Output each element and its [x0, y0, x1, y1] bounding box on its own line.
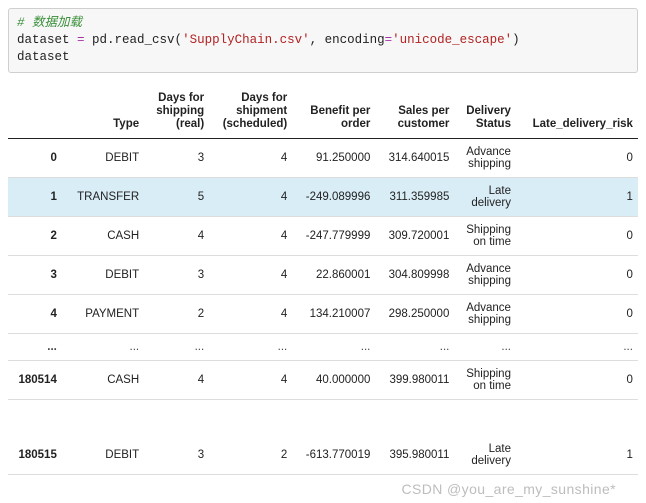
- cell: -249.089996: [293, 178, 376, 217]
- table-row: 2CASH44-247.779999309.720001Shippingon t…: [8, 217, 638, 256]
- cell: 0: [517, 361, 638, 400]
- cell: 4: [145, 361, 210, 400]
- cell: Advanceshipping: [455, 139, 517, 178]
- ellipsis-cell: ...: [65, 334, 145, 361]
- ellipsis-cell: ...: [376, 334, 455, 361]
- output-area: TypeDays forshipping(real)Days forshipme…: [8, 85, 638, 476]
- cell: 3: [145, 256, 210, 295]
- table-row: 1TRANSFER54-249.089996311.359985Latedeli…: [8, 178, 638, 217]
- cell: TRANSFER: [65, 178, 145, 217]
- code-token: dataset: [17, 33, 77, 47]
- cell: 311.359985: [376, 178, 455, 217]
- col-header: Sales percustomer: [376, 85, 455, 139]
- row-index: 180515: [8, 436, 65, 475]
- cell: 298.250000: [376, 295, 455, 334]
- cell: 4: [210, 295, 293, 334]
- cell: Shippingon time: [455, 217, 517, 256]
- cell: 3: [145, 436, 210, 475]
- cell: Advanceshipping: [455, 256, 517, 295]
- spacer-row: [8, 400, 638, 437]
- watermark-text: CSDN @you_are_my_sunshine*: [402, 481, 617, 497]
- table-row: 4PAYMENT24134.210007298.250000Advanceshi…: [8, 295, 638, 334]
- ellipsis-cell: ...: [145, 334, 210, 361]
- code-token: dataset: [17, 50, 70, 64]
- cell: 0: [517, 139, 638, 178]
- cell: 395.980011: [376, 436, 455, 475]
- code-token: =: [77, 33, 85, 47]
- cell: 4: [210, 361, 293, 400]
- table-row: 180514CASH4440.000000399.980011Shippingo…: [8, 361, 638, 400]
- row-index: 4: [8, 295, 65, 334]
- col-header: Late_delivery_risk: [517, 85, 638, 139]
- table-head: TypeDays forshipping(real)Days forshipme…: [8, 85, 638, 139]
- cell: -247.779999: [293, 217, 376, 256]
- dataframe-table: TypeDays forshipping(real)Days forshipme…: [8, 85, 638, 476]
- cell: 91.250000: [293, 139, 376, 178]
- col-header: Days forshipment(scheduled): [210, 85, 293, 139]
- cell: 399.980011: [376, 361, 455, 400]
- code-cell: # 数据加载 dataset = pd.read_csv('SupplyChai…: [8, 8, 638, 73]
- cell: Latedelivery: [455, 178, 517, 217]
- col-header: DeliveryStatus: [455, 85, 517, 139]
- cell: 4: [145, 217, 210, 256]
- cell: 0: [517, 295, 638, 334]
- row-index: 0: [8, 139, 65, 178]
- code-token: , encoding: [310, 33, 385, 47]
- col-header: Days forshipping(real): [145, 85, 210, 139]
- cell: CASH: [65, 361, 145, 400]
- table-row: 180515DEBIT32-613.770019395.980011Latede…: [8, 436, 638, 475]
- ellipsis-row: ...........................: [8, 334, 638, 361]
- cell: 40.000000: [293, 361, 376, 400]
- cell: Latedelivery: [455, 436, 517, 475]
- cell: DEBIT: [65, 436, 145, 475]
- cell: 134.210007: [293, 295, 376, 334]
- ellipsis-cell: ...: [455, 334, 517, 361]
- code-comment: # 数据加载: [17, 16, 82, 30]
- cell: 4: [210, 178, 293, 217]
- cell: PAYMENT: [65, 295, 145, 334]
- row-index: 180514: [8, 361, 65, 400]
- ellipsis-cell: ...: [8, 334, 65, 361]
- cell: 22.860001: [293, 256, 376, 295]
- cell: 4: [210, 217, 293, 256]
- cell: 3: [145, 139, 210, 178]
- index-header: [8, 85, 65, 139]
- cell: 4: [210, 139, 293, 178]
- cell: 1: [517, 178, 638, 217]
- cell: 5: [145, 178, 210, 217]
- table-row: 3DEBIT3422.860001304.809998Advanceshippi…: [8, 256, 638, 295]
- cell: Shippingon time: [455, 361, 517, 400]
- table-body: 0DEBIT3491.250000314.640015Advanceshippi…: [8, 139, 638, 475]
- cell: DEBIT: [65, 256, 145, 295]
- cell: 1: [517, 436, 638, 475]
- row-index: 3: [8, 256, 65, 295]
- cell: 2: [145, 295, 210, 334]
- cell: 314.640015: [376, 139, 455, 178]
- row-index: 2: [8, 217, 65, 256]
- code-token: =: [385, 33, 393, 47]
- row-index: 1: [8, 178, 65, 217]
- ellipsis-cell: ...: [517, 334, 638, 361]
- code-token: 'SupplyChain.csv': [182, 33, 310, 47]
- col-header: Type: [65, 85, 145, 139]
- cell: CASH: [65, 217, 145, 256]
- cell: -613.770019: [293, 436, 376, 475]
- col-header: Benefit perorder: [293, 85, 376, 139]
- cell: 0: [517, 217, 638, 256]
- cell: DEBIT: [65, 139, 145, 178]
- cell: 304.809998: [376, 256, 455, 295]
- code-token: ): [512, 33, 520, 47]
- code-token: 'unicode_escape': [392, 33, 512, 47]
- cell: Advanceshipping: [455, 295, 517, 334]
- cell: 2: [210, 436, 293, 475]
- ellipsis-cell: ...: [210, 334, 293, 361]
- ellipsis-cell: ...: [293, 334, 376, 361]
- code-token: pd.read_csv(: [85, 33, 183, 47]
- cell: 0: [517, 256, 638, 295]
- cell: 4: [210, 256, 293, 295]
- table-row: 0DEBIT3491.250000314.640015Advanceshippi…: [8, 139, 638, 178]
- cell: 309.720001: [376, 217, 455, 256]
